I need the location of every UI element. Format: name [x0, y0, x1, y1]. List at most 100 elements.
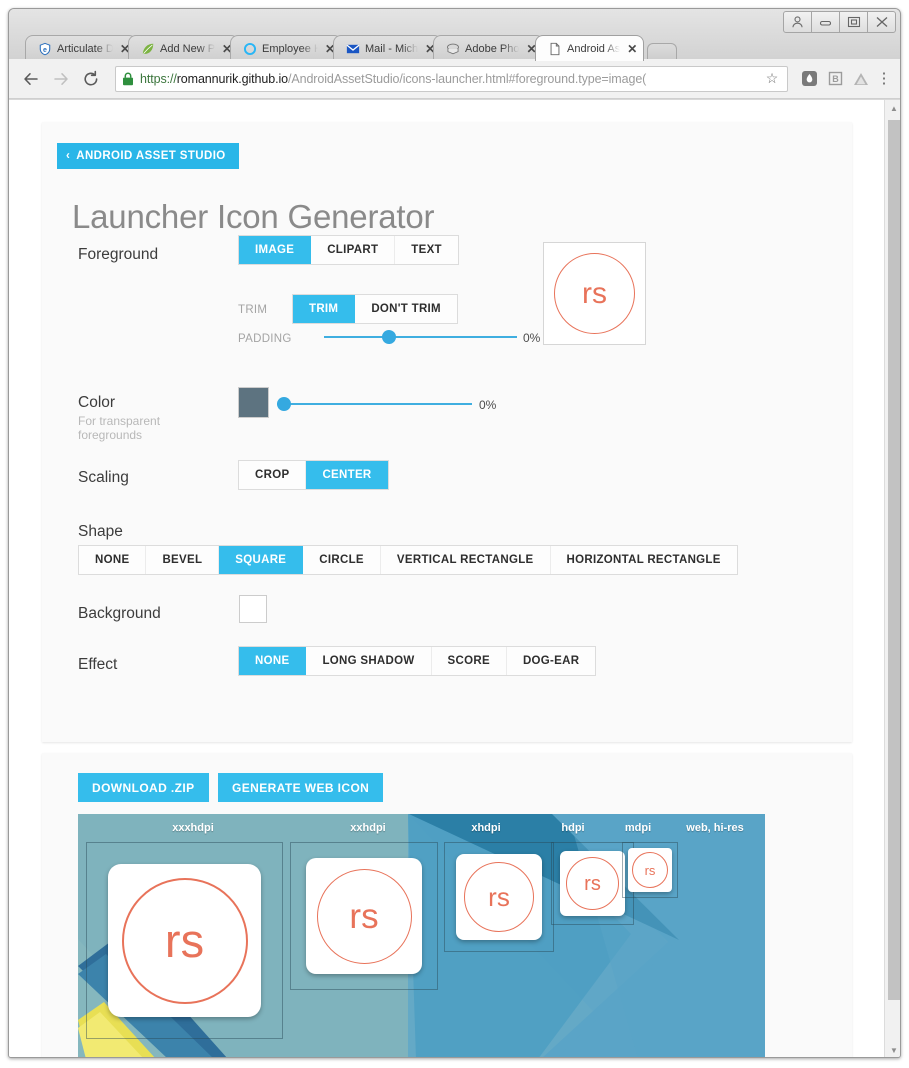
- browser-menu-button[interactable]: ⋮: [874, 71, 894, 86]
- drive-icon: [854, 72, 868, 85]
- foreground-option-clipart[interactable]: CLIPART: [311, 236, 396, 264]
- circle-icon: [244, 42, 257, 55]
- shape-option-vertical-rectangle[interactable]: VERTICAL RECTANGLE: [380, 546, 551, 574]
- effect-option-long-shadow[interactable]: LONG SHADOW: [306, 647, 432, 675]
- shape-option-circle[interactable]: CIRCLE: [303, 546, 381, 574]
- scaling-group: CROP CENTER: [238, 460, 389, 490]
- back-to-asset-studio-link[interactable]: ‹ ANDROID ASSET STUDIO: [57, 143, 239, 169]
- back-button[interactable]: [17, 65, 45, 93]
- padding-value: 0%: [523, 331, 541, 345]
- shape-option-horizontal-rectangle[interactable]: HORIZONTAL RECTANGLE: [550, 546, 737, 574]
- density-label-xxxhdpi: xxxhdpi: [172, 822, 214, 834]
- browser-toolbar: https://romannurik.github.io/AndroidAsse…: [9, 59, 900, 99]
- foreground-option-text[interactable]: TEXT: [395, 236, 458, 264]
- tab-title: Employee H: [262, 42, 319, 55]
- close-button[interactable]: [867, 11, 896, 33]
- color-sublabel: For transparent foregrounds: [78, 414, 161, 442]
- close-icon: [876, 17, 887, 27]
- url-path: /AndroidAssetStudio/icons-launcher.html#…: [287, 71, 647, 86]
- adobe-icon: [447, 43, 460, 54]
- google-drive-icon[interactable]: [848, 66, 874, 92]
- browser-tab-adobe-photoshop[interactable]: Adobe Pho ✕: [433, 35, 544, 61]
- density-preview-strip: xxxhdpi rs xxhdpi rs xhdpi rs hdpi rs md…: [78, 814, 765, 1057]
- scaling-label: Scaling: [78, 469, 129, 486]
- page-viewport: ‹ ANDROID ASSET STUDIO Launcher Icon Gen…: [9, 100, 900, 1057]
- effect-option-dog-ear[interactable]: DOG-EAR: [506, 647, 596, 675]
- foreground-type-group: IMAGE CLIPART TEXT: [238, 235, 459, 265]
- density-icon-xhdpi: rs: [456, 854, 542, 940]
- envelope-icon: [346, 44, 360, 53]
- trim-label: TRIM: [238, 304, 268, 316]
- tab-strip: e Articulate D ✕ Add New P ✕ Employee H …: [25, 35, 678, 61]
- color-label: Color: [78, 394, 116, 411]
- color-value: 0%: [479, 398, 497, 412]
- effect-option-none[interactable]: NONE: [239, 647, 307, 675]
- maximize-icon: [847, 16, 860, 28]
- shape-option-bevel[interactable]: BEVEL: [146, 546, 220, 574]
- icon-text: rs: [164, 914, 205, 967]
- padding-slider-track: [324, 336, 517, 338]
- reload-icon: [84, 70, 98, 85]
- tab-title: Android As: [566, 42, 621, 55]
- tab-close-button[interactable]: ✕: [625, 42, 637, 56]
- url-text: https://romannurik.github.io/AndroidAsse…: [140, 72, 763, 86]
- reload-button[interactable]: [77, 65, 105, 93]
- bookmark-star-icon[interactable]: ☆: [763, 70, 781, 87]
- extension-icon-2[interactable]: B: [822, 66, 848, 92]
- shape-option-square[interactable]: SQUARE: [219, 546, 304, 574]
- tab-title: Mail - Mich: [365, 42, 419, 55]
- address-bar[interactable]: https://romannurik.github.io/AndroidAsse…: [115, 65, 788, 92]
- scrollbar-thumb[interactable]: [888, 120, 900, 1000]
- density-label-mdpi: mdpi: [624, 822, 652, 834]
- shape-label: Shape: [78, 523, 123, 540]
- browser-window: e Articulate D ✕ Add New P ✕ Employee H …: [8, 8, 901, 1058]
- user-avatar-button[interactable]: [783, 11, 812, 33]
- preview-icon-text: rs: [582, 276, 607, 310]
- back-link-label: ANDROID ASSET STUDIO: [76, 150, 226, 162]
- extension-icon-1[interactable]: [796, 66, 822, 92]
- tab-title: Articulate D: [57, 42, 113, 55]
- browser-tab-articulate[interactable]: e Articulate D ✕: [25, 35, 137, 61]
- foreground-option-image[interactable]: IMAGE: [239, 236, 312, 264]
- color-slider-track: [277, 403, 472, 405]
- density-label-web: web, hi-res: [686, 822, 744, 834]
- trim-option-trim[interactable]: TRIM: [293, 295, 356, 323]
- color-swatch[interactable]: [238, 387, 269, 418]
- lock-icon: [123, 72, 133, 85]
- preview-icon: rs: [554, 253, 635, 334]
- generate-web-icon-button[interactable]: GENERATE WEB ICON: [218, 773, 384, 802]
- browser-tab-android-asset-studio[interactable]: Android As ✕: [534, 35, 645, 61]
- padding-slider[interactable]: [324, 327, 517, 347]
- page-scrollbar[interactable]: ▲ ▼: [884, 100, 900, 1057]
- effect-option-score[interactable]: SCORE: [431, 647, 507, 675]
- browser-tab-employee[interactable]: Employee H ✕: [230, 35, 343, 61]
- scaling-option-crop[interactable]: CROP: [239, 461, 307, 489]
- output-card: DOWNLOAD .ZIP GENERATE WEB ICON xxxhdpi …: [42, 753, 852, 1057]
- svg-text:e: e: [43, 46, 47, 53]
- background-swatch[interactable]: [239, 595, 267, 623]
- browser-tab-add-new-post[interactable]: Add New P ✕: [128, 35, 240, 61]
- color-opacity-slider[interactable]: [277, 394, 472, 414]
- minimize-button[interactable]: [811, 11, 840, 33]
- density-icon-xxxhdpi: rs: [108, 864, 261, 1017]
- padding-slider-knob[interactable]: [382, 330, 396, 344]
- density-label-hdpi: hdpi: [561, 822, 585, 834]
- maximize-button[interactable]: [839, 11, 868, 33]
- page-content: ‹ ANDROID ASSET STUDIO Launcher Icon Gen…: [9, 100, 884, 1057]
- minimize-icon: [819, 20, 832, 26]
- color-slider-knob[interactable]: [277, 397, 291, 411]
- density-label-xxhdpi: xxhdpi: [350, 822, 386, 834]
- shape-option-none[interactable]: NONE: [79, 546, 147, 574]
- browser-tab-mail[interactable]: Mail - Mich ✕: [333, 35, 443, 61]
- scroll-down-button[interactable]: ▼: [885, 1042, 900, 1057]
- url-scheme: https://: [140, 71, 177, 86]
- url-host: romannurik.github.io: [176, 71, 288, 86]
- icon-text: rs: [644, 862, 656, 878]
- tab-title: Adobe Pho: [465, 42, 520, 55]
- download-zip-button[interactable]: DOWNLOAD .ZIP: [78, 773, 209, 802]
- forward-button[interactable]: [47, 65, 75, 93]
- back-chevron-icon: ‹: [66, 150, 71, 162]
- scaling-option-center[interactable]: CENTER: [306, 461, 388, 489]
- scroll-up-button[interactable]: ▲: [885, 100, 900, 116]
- trim-option-dont-trim[interactable]: DON'T TRIM: [355, 295, 457, 323]
